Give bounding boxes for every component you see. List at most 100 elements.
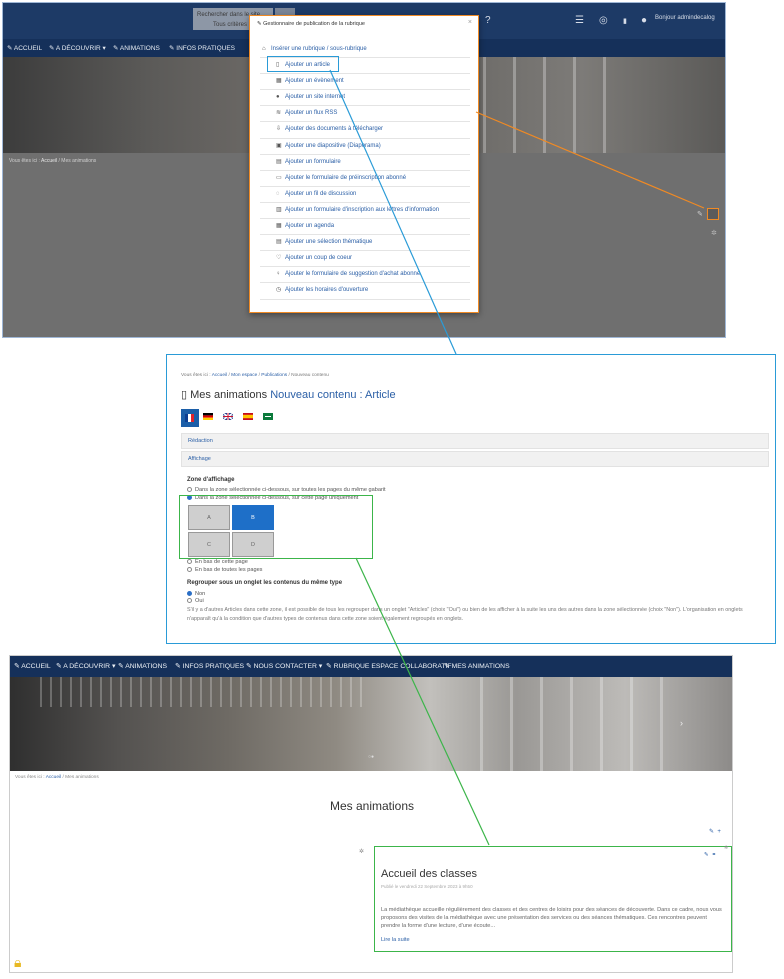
- eye-slash-icon[interactable]: ◎: [599, 15, 608, 26]
- nav-item-infos[interactable]: ✎ INFOS PRATIQUES: [169, 44, 235, 52]
- nav-item-accueil[interactable]: ✎ ACCUEIL: [7, 44, 42, 52]
- tab-lang-fr[interactable]: [181, 409, 199, 427]
- breadcrumb-item[interactable]: Accueil: [212, 373, 227, 378]
- pencil-icon[interactable]: ✎: [697, 210, 703, 218]
- menu-item-label: Ajouter une diapositive (Diaporama): [285, 142, 381, 149]
- uk-flag-icon[interactable]: [223, 413, 233, 420]
- nav-item-contact[interactable]: ✎ NOUS CONTACTER ▾: [246, 662, 322, 670]
- page-title: Mes animations: [329, 799, 415, 813]
- page-title: ▯ Mes animations Nouveau contenu : Artic…: [181, 388, 396, 401]
- menu-item-add-documents[interactable]: ⇩ Ajouter des documents à télécharger: [260, 122, 470, 139]
- radio-button[interactable]: [187, 487, 192, 492]
- read-more-link[interactable]: Lire la suite: [381, 937, 410, 943]
- radio-button[interactable]: [187, 591, 192, 596]
- breadcrumb-prefix: Vous êtes ici :: [9, 158, 40, 164]
- menu-item-label: Ajouter un coup de coeur: [285, 255, 353, 262]
- close-icon[interactable]: ×: [468, 19, 472, 26]
- radio-label: En bas de cette page: [195, 559, 248, 565]
- menu-item-add-suggestion-form[interactable]: ♀ Ajouter le formulaire de suggestion d'a…: [260, 267, 470, 284]
- article-card[interactable]: ✲ ✎ ⚭ Accueil des classes Publié le vend…: [374, 845, 732, 952]
- menu-item-add-slide[interactable]: ▣ Ajouter une diapositive (Diaporama): [260, 139, 470, 155]
- group-section-title: Regrouper sous un onglet les contenus du…: [187, 580, 343, 586]
- menu-item-add-website[interactable]: ● Ajouter un site internet: [260, 90, 470, 107]
- breadcrumb-item[interactable]: Publications: [261, 373, 287, 378]
- menu-item-add-selection[interactable]: ▤ Ajouter une sélection thématique: [260, 235, 470, 252]
- menu-item-label: Ajouter un fil de discussion: [285, 190, 357, 197]
- clock-icon: ◷: [276, 287, 282, 294]
- breadcrumb-prefix: Vous êtes ici :: [181, 373, 211, 378]
- gear-icon[interactable]: ✲: [724, 845, 728, 851]
- admin-site-screenshot: Rechercher dans le site Tous critères ? …: [2, 2, 726, 338]
- add-content-button[interactable]: [707, 208, 719, 220]
- nav-item-decouvrir[interactable]: ✎ A DÉCOUVRIR ▾: [56, 662, 115, 670]
- lightbulb-icon: ♀: [276, 271, 281, 278]
- zone-a[interactable]: A: [188, 505, 230, 530]
- page-tools[interactable]: ✎ +: [709, 828, 721, 835]
- nav-item-animations[interactable]: ✎ ANIMATIONS: [118, 662, 167, 670]
- menu-item-label: Ajouter le formulaire de préinscription …: [285, 174, 407, 181]
- user-icon[interactable]: ●: [641, 15, 647, 26]
- nav-item-decouvrir[interactable]: ✎ A DÉCOUVRIR ▾: [49, 44, 106, 52]
- public-site-screenshot: ✎ ACCUEIL ✎ A DÉCOUVRIR ▾ ✎ ANIMATIONS ✎…: [9, 655, 733, 973]
- lock-icon[interactable]: 🔒︎: [14, 954, 21, 971]
- breadcrumb-home[interactable]: Accueil: [46, 775, 61, 780]
- nav-label: A DÉCOUVRIR ▾: [55, 45, 106, 52]
- breadcrumb-home[interactable]: Accueil: [41, 158, 57, 164]
- menu-item-label: Ajouter des documents à télécharger: [285, 126, 384, 133]
- radio-label: Oui: [195, 598, 204, 604]
- main-nav: ✎ ACCUEIL ✎ A DÉCOUVRIR ▾ ✎ ANIMATIONS ✎…: [10, 656, 732, 677]
- spanish-flag-icon[interactable]: [243, 413, 253, 420]
- zone-option-all-pages[interactable]: Dans la zone sélectionnée ci-dessous, su…: [187, 487, 386, 493]
- zone-option-bottom-page[interactable]: En bas de cette page: [187, 559, 248, 565]
- menu-item-add-form[interactable]: ▤ Ajouter un formulaire: [260, 155, 470, 171]
- banner-decoration: [480, 677, 483, 771]
- calendar-icon: ▦: [276, 78, 282, 85]
- id-card-icon: ▭: [276, 174, 282, 181]
- zone-d[interactable]: D: [232, 532, 274, 557]
- nav-item-animations[interactable]: ✎ ANIMATIONS: [113, 44, 160, 52]
- breadcrumb-item[interactable]: Mon espace: [231, 373, 257, 378]
- arabic-flag-icon[interactable]: [263, 413, 273, 420]
- menu-item-label: Ajouter un formulaire: [285, 158, 341, 165]
- banner-decoration: [40, 677, 370, 707]
- breadcrumb-current: Nouveau contenu: [291, 373, 329, 378]
- french-flag-icon[interactable]: ▮: [623, 17, 627, 25]
- menu-item-add-favorite[interactable]: ♡ Ajouter un coup de coeur: [260, 251, 470, 268]
- menu-item-add-preregistration[interactable]: ▭ Ajouter le formulaire de préinscription…: [260, 171, 470, 187]
- breadcrumb: Vous êtes ici : Accueil / Mes animations: [9, 158, 97, 164]
- group-option-oui[interactable]: Oui: [187, 598, 204, 604]
- edit-link-icons[interactable]: ✎ ⚭: [704, 852, 716, 858]
- tab-affichage[interactable]: Affichage: [181, 451, 769, 467]
- list-icon[interactable]: ☰: [575, 15, 584, 26]
- menu-item-add-event[interactable]: ▦ Ajouter un évènement: [260, 74, 470, 91]
- nav-item-accueil[interactable]: ✎ ACCUEIL: [14, 662, 51, 670]
- tab-redaction[interactable]: Rédaction: [181, 433, 769, 449]
- nav-item-infos[interactable]: ✎ INFOS PRATIQUES: [175, 662, 244, 670]
- article-title[interactable]: Accueil des classes: [381, 868, 477, 880]
- menu-item-add-discussion[interactable]: ◌ Ajouter un fil de discussion: [260, 187, 470, 203]
- user-greeting[interactable]: Bonjour admindecalog: [655, 15, 715, 21]
- zone-b[interactable]: B: [232, 505, 274, 530]
- menu-item-add-rss[interactable]: ≋ Ajouter un flux RSS: [260, 106, 470, 123]
- zone-c[interactable]: C: [188, 532, 230, 557]
- gear-icon[interactable]: ✲: [711, 229, 717, 237]
- radio-button[interactable]: [187, 598, 192, 603]
- nav-label: INFOS PRATIQUES: [182, 663, 245, 670]
- nav-item-espace-collaboratif[interactable]: ✎ RUBRIQUE ESPACE COLLABORATIF: [326, 662, 452, 670]
- nav-item-mes-animations[interactable]: ✎ MES ANIMATIONS: [444, 662, 510, 670]
- menu-item-add-agenda[interactable]: ▦ Ajouter un agenda: [260, 219, 470, 236]
- menu-item-add-opening-hours[interactable]: ◷ Ajouter les horaires d'ouverture: [260, 283, 470, 300]
- help-icon[interactable]: ?: [485, 15, 491, 26]
- radio-button[interactable]: [187, 567, 192, 572]
- gear-icon[interactable]: ✲: [359, 848, 364, 855]
- german-flag-icon[interactable]: [203, 413, 213, 420]
- carousel-dots[interactable]: ○●: [368, 754, 374, 760]
- radio-button[interactable]: [187, 559, 192, 564]
- chevron-right-icon[interactable]: ›: [680, 718, 683, 728]
- menu-item-add-newsletter-form[interactable]: ▥ Ajouter un formulaire d'inscription aux…: [260, 203, 470, 220]
- nav-label: MES ANIMATIONS: [451, 663, 510, 670]
- group-option-non[interactable]: Non: [187, 591, 205, 597]
- zone-option-bottom-all[interactable]: En bas de toutes les pages: [187, 567, 262, 573]
- file-icon: ▯: [181, 389, 188, 401]
- popup-menu: ⌂ Insérer une rubrique / sous-rubrique ▯ A…: [260, 42, 470, 300]
